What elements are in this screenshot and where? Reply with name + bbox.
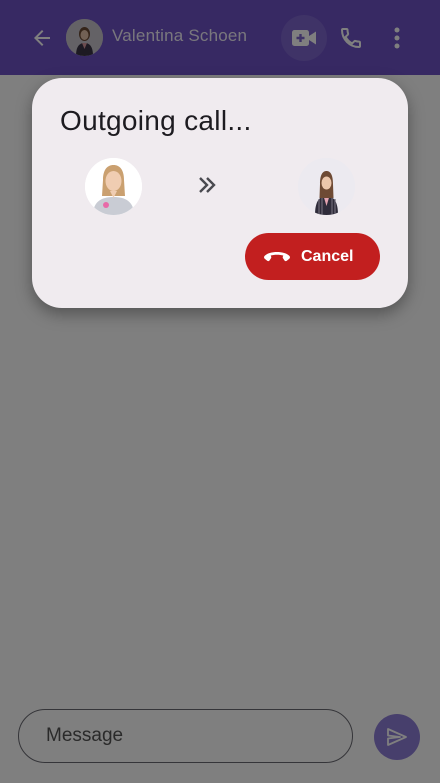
double-chevron-right-icon <box>195 171 219 199</box>
call-end-icon <box>263 247 291 267</box>
screen: Valentina Schoen <box>0 0 440 783</box>
dialog-title: Outgoing call... <box>60 105 252 136</box>
cancel-label: Cancel <box>301 247 354 265</box>
callee-avatar <box>298 158 355 215</box>
cancel-call-button[interactable]: Cancel <box>245 233 380 280</box>
outgoing-call-dialog: Outgoing call... Cancel <box>32 78 408 308</box>
caller-avatar <box>85 158 142 215</box>
